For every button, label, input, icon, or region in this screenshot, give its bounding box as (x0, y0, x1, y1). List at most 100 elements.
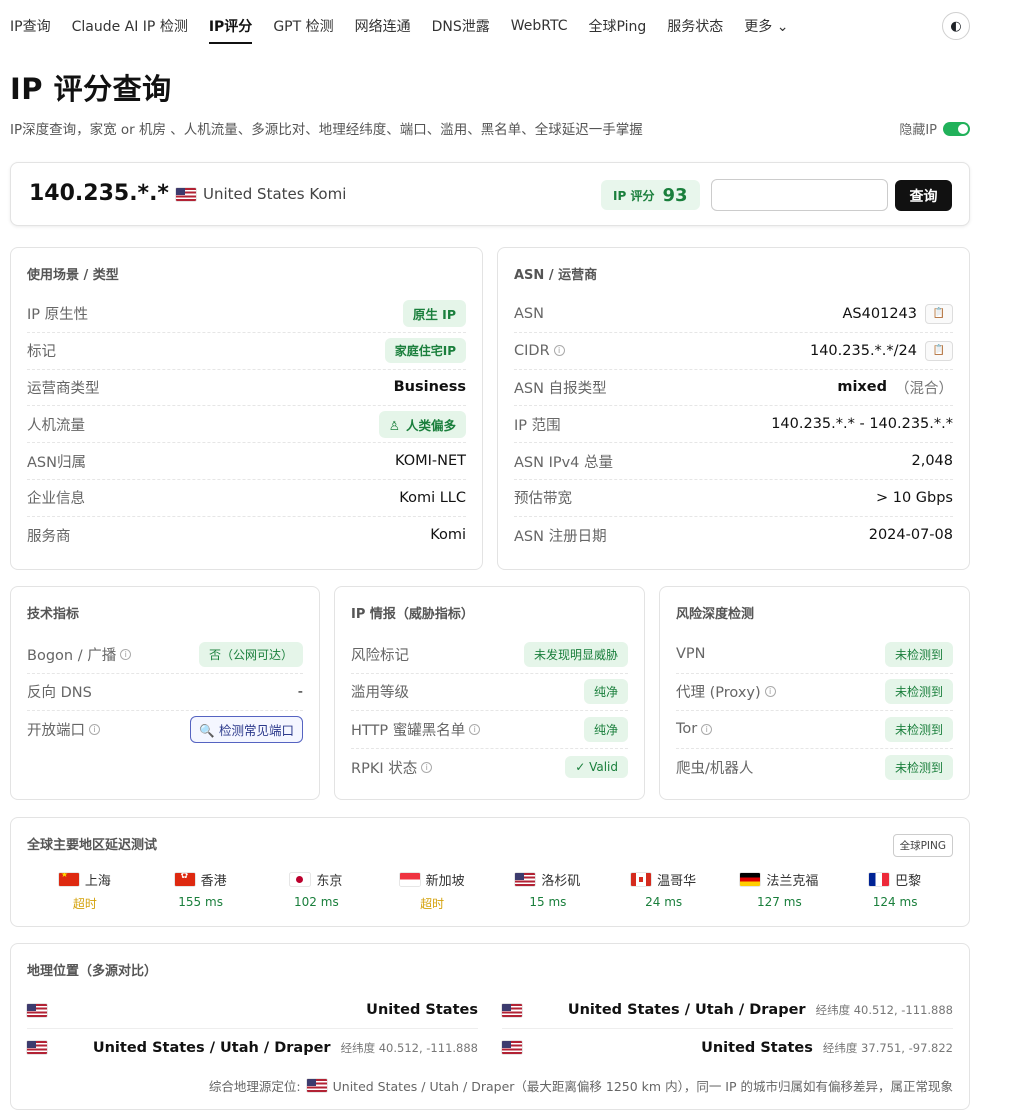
asn-row-range: IP 范围 140.235.*.* - 140.235.*.* (514, 406, 953, 444)
abuse-badge: 纯净 (583, 679, 628, 705)
nav-ip-score[interactable]: IP评分 (208, 16, 253, 44)
latency-item-los-angeles: 洛杉矶 15 ms (490, 870, 606, 912)
tech-key: Bogon / 广播 (27, 647, 117, 664)
singapore-flag-icon (399, 873, 420, 886)
hide-ip-label: 隐藏IP (899, 123, 937, 138)
ip-score-label: IP 评分 (613, 188, 655, 203)
geo-column-right: United States / Utah / Draper 经纬度 40.512,… (502, 992, 953, 1066)
human-traffic-text: 人类偏多 (405, 417, 456, 433)
nav-claude-check[interactable]: Claude AI IP 检测 (72, 16, 188, 36)
geo-summary: 综合地理源定位: United States / Utah / Draper（最… (209, 1076, 953, 1095)
risk-key: VPN (676, 646, 706, 663)
asn-value: 2024-07-08 (868, 527, 953, 544)
geo-place: United States (701, 1039, 813, 1056)
contrast-icon: ◐ (950, 18, 962, 34)
germany-flag-icon (740, 873, 761, 886)
query-button[interactable]: 查询 (895, 180, 952, 211)
intel-key: RPKI 状态 (351, 760, 418, 777)
geo-coordinates: 经纬度 40.512, -111.888 (815, 1003, 953, 1017)
intel-row-honeypot: HTTP 蜜罐黑名单 i 纯净 (351, 711, 628, 749)
intel-key: 滥用等级 (351, 685, 409, 702)
us-flag-icon (27, 1003, 47, 1017)
tor-badge: 未检测到 (884, 716, 953, 742)
asn-value: 140.235.*.* - 140.235.*.* (771, 416, 953, 433)
intel-key: 风险标记 (351, 647, 409, 664)
geo-source-row: United States / Utah / Draper 经纬度 40.512,… (502, 992, 953, 1029)
latency-card-title: 全球主要地区延迟测试 (27, 838, 158, 853)
top-nav: IP查询 Claude AI IP 检测 IP评分 GPT 检测 网络连通 DN… (0, 0, 1010, 52)
current-ip: 140.235.*.* (29, 181, 169, 206)
info-icon[interactable]: i (421, 761, 433, 773)
latency-value: 124 ms (872, 895, 918, 909)
hongkong-flag-icon (174, 873, 195, 886)
usage-key: ASN归属 (27, 454, 86, 471)
asn-card-title: ASN / 运营商 (514, 268, 598, 283)
intel-card-title: IP 情报（威胁指标） (351, 607, 474, 622)
geo-card-title: 地理位置（多源对比） (27, 964, 158, 979)
tech-card-title: 技术指标 (27, 607, 80, 622)
geo-coordinates: 经纬度 37.751, -97.822 (822, 1040, 953, 1055)
nav-ip-lookup[interactable]: IP查询 (10, 16, 51, 36)
asn-row-total: ASN IPv4 总量 2,048 (514, 443, 953, 480)
risk-row-tor: Tor i 未检测到 (676, 711, 953, 749)
nav-gpt-check[interactable]: GPT 检测 (273, 16, 333, 36)
asn-type-value: mixed (837, 379, 887, 396)
risk-key: Tor (676, 721, 698, 738)
us-flag-icon (306, 1079, 327, 1092)
nav-dns-leak[interactable]: DNS泄露 (432, 16, 490, 36)
theme-toggle-button[interactable]: ◐ (942, 12, 970, 40)
copy-cidr-button[interactable]: 📋 (925, 340, 953, 361)
asn-key: IP 范围 (514, 417, 561, 434)
asn-type-note: （混合） (895, 380, 953, 397)
intel-row-risk: 风险标记 未发现明显威胁 (351, 636, 628, 674)
copy-asn-button[interactable]: 📋 (925, 303, 953, 324)
latency-item-hongkong: 香港 155 ms (143, 870, 259, 912)
geo-source-row: United States (27, 992, 478, 1029)
nav-connectivity[interactable]: 网络连通 (355, 16, 411, 36)
china-flag-icon (58, 873, 79, 886)
asn-row-bandwidth: 预估带宽 > 10 Gbps (514, 480, 953, 517)
asn-key: ASN (514, 305, 544, 322)
check-ports-button[interactable]: 🔍 检测常见端口 (190, 716, 303, 744)
info-icon[interactable]: i (701, 723, 713, 735)
tech-row-bogon: Bogon / 广播 i 否（公网可达） (27, 636, 303, 674)
tech-row-rdns: 反向 DNS - (27, 674, 303, 711)
threat-intel-card: IP 情报（威胁指标） 风险标记 未发现明显威胁 滥用等级 纯净 HTTP 蜜罐… (334, 586, 645, 800)
geo-summary-text: United States / Utah / Draper（最大距离偏移 125… (332, 1079, 953, 1094)
latency-city: 香港 (200, 874, 227, 889)
risk-row-bot: 爬虫/机器人 未检测到 (676, 749, 953, 787)
ip-score-badge: IP 评分 93 (601, 180, 700, 210)
latency-city: 上海 (84, 874, 111, 889)
intel-key: HTTP 蜜罐黑名单 (351, 722, 466, 739)
geo-place: United States (366, 1002, 478, 1018)
info-icon[interactable]: i (764, 686, 776, 698)
latency-value: 15 ms (529, 895, 567, 909)
latency-value: 超时 (72, 897, 97, 911)
vpn-badge: 未检测到 (884, 641, 953, 667)
nav-service-status[interactable]: 服务状态 (667, 16, 723, 36)
info-icon[interactable]: i (469, 723, 481, 735)
hide-ip-control: 隐藏IP (899, 119, 970, 138)
usage-value: Komi LLC (399, 489, 466, 506)
tech-key: 反向 DNS (27, 685, 92, 702)
ip-search-input[interactable] (711, 179, 888, 211)
ip-location: United States Komi (176, 185, 346, 203)
asn-key: ASN 自报类型 (514, 380, 607, 397)
proxy-badge: 未检测到 (884, 679, 953, 705)
page-subtitle: IP深度查询，家宽 or 机房 、人机流量、多源比对、地理经纬度、端口、滥用、黑… (10, 122, 643, 138)
nav-more[interactable]: 更多 ⌄ (744, 16, 788, 36)
nav-global-ping[interactable]: 全球Ping (589, 16, 647, 36)
intel-row-rpki: RPKI 状态 i ✓ Valid (351, 749, 628, 787)
tech-row-ports: 开放端口 i 🔍 检测常见端口 (27, 711, 303, 749)
geo-place: United States / Utah / Draper (567, 1002, 806, 1018)
global-ping-button[interactable]: 全球PING (892, 834, 953, 857)
ip-location-text: United States Komi (203, 185, 347, 203)
page-title: IP 评分查询 (10, 72, 172, 106)
geo-source-row: United States 经纬度 37.751, -97.822 (502, 1029, 953, 1066)
info-icon[interactable]: i (553, 345, 565, 357)
hide-ip-toggle[interactable] (943, 121, 970, 136)
info-icon[interactable]: i (120, 648, 132, 660)
usage-key: 标记 (27, 344, 56, 361)
nav-webrtc[interactable]: WebRTC (511, 18, 568, 34)
info-icon[interactable]: i (89, 724, 100, 736)
